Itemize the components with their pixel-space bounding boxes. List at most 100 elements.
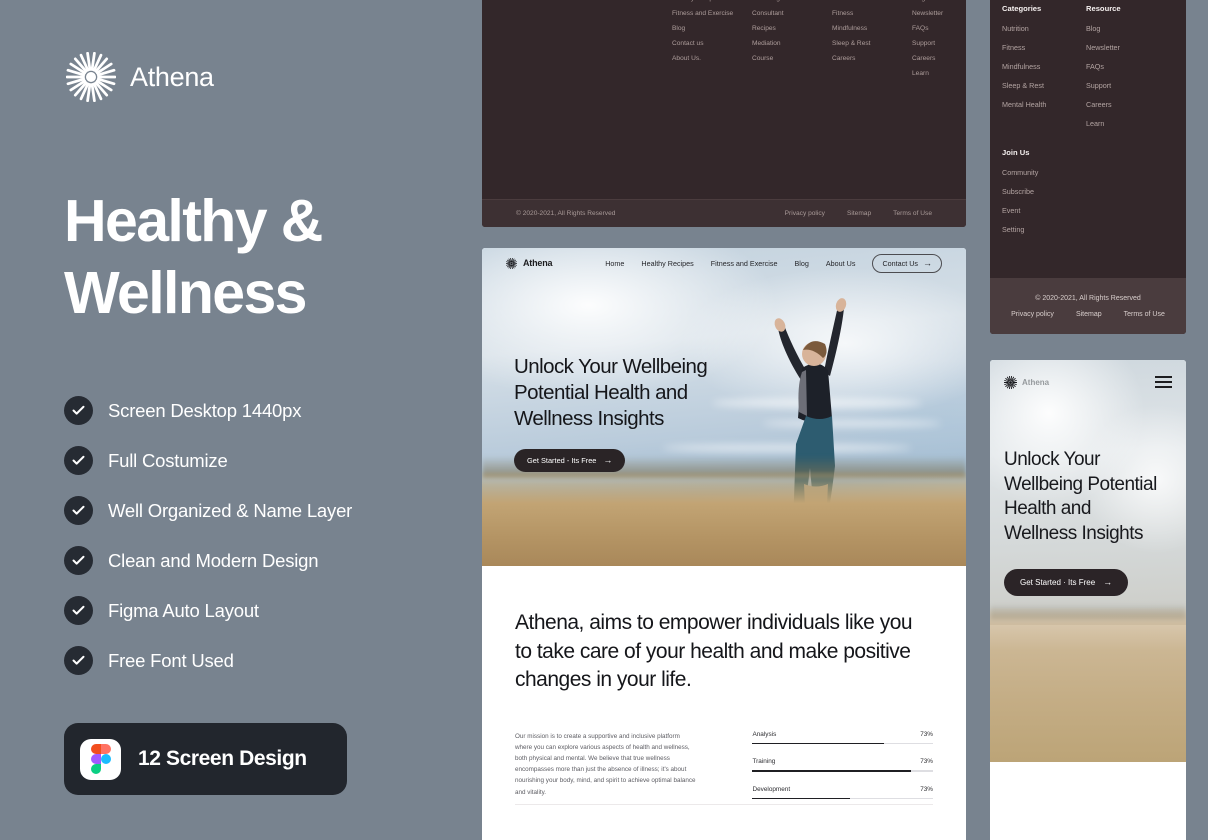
arrow-right-icon: →	[603, 455, 613, 466]
footer-link[interactable]: Sleep & Rest	[1002, 81, 1064, 90]
mobile-hero-copy: Unlock Your Wellbeing Potential Health a…	[1004, 448, 1164, 596]
copyright-text: © 2020-2021, All Rights Reserved	[516, 210, 616, 217]
check-icon	[64, 546, 93, 575]
footer-column-joinus: Join Us Community Subscribe Event Settin…	[990, 138, 1186, 234]
footer-link[interactable]: Mental Health	[1002, 100, 1064, 109]
hero-title: Unlock Your Wellbeing Potential Health a…	[514, 355, 708, 431]
footer-link[interactable]: Event	[1002, 206, 1174, 215]
copyright-text: © 2020-2021, All Rights Reserved	[1035, 294, 1141, 302]
mission-section: Athena, aims to empower individuals like…	[482, 566, 966, 813]
arrow-right-icon: →	[923, 257, 932, 268]
footer-link[interactable]: Fitness	[1002, 43, 1064, 52]
progress-track	[752, 797, 933, 800]
feature-label: Figma Auto Layout	[108, 599, 259, 621]
footer-link[interactable]: Course	[752, 55, 804, 62]
navbar-brand[interactable]: Athena	[506, 257, 553, 269]
footer-link[interactable]: Careers	[912, 55, 964, 62]
footer-link[interactable]: FAQs	[912, 25, 964, 32]
check-icon	[64, 446, 93, 475]
privacy-policy-link[interactable]: Privacy policy	[785, 210, 825, 217]
footer-link[interactable]: Healthy Recipes	[672, 0, 724, 2]
footer-column-resource: Resource Blog Newsletter FAQs Support Ca…	[1086, 4, 1148, 138]
skill-percent: 73%	[920, 730, 933, 738]
footer-link[interactable]: Coaching	[752, 0, 804, 2]
skill-label: Development	[752, 785, 791, 793]
get-started-button[interactable]: Get Started - Its Free →	[514, 449, 626, 473]
nav-link-fitness-exercise[interactable]: Fitness and Exercise	[711, 259, 778, 268]
nav-link-healthy-recipes[interactable]: Healthy Recipes	[641, 259, 693, 268]
brand-lockup: Athena	[66, 52, 214, 102]
footer-link[interactable]: Blog	[1086, 24, 1148, 33]
footer-link[interactable]: Mediation	[752, 40, 804, 47]
footer-link[interactable]: Nutrition	[832, 0, 884, 2]
terms-link[interactable]: Terms of Use	[893, 210, 932, 217]
screen-count-label: 12 Screen Design	[138, 747, 307, 770]
footer-link[interactable]: Newsletter	[1086, 43, 1148, 52]
hero-copy-block: Unlock Your Wellbeing Potential Health a…	[514, 354, 744, 473]
footer-link[interactable]: Mindfulness	[1002, 62, 1064, 71]
section-divider	[515, 804, 933, 805]
progress-track	[752, 742, 933, 745]
footer-column-categories: Categories Nutrition Fitness Mindfulness…	[832, 0, 884, 85]
check-icon	[64, 396, 93, 425]
check-icon	[64, 646, 93, 675]
privacy-policy-link[interactable]: Privacy policy	[1011, 311, 1054, 318]
footer-link[interactable]: Newsletter	[912, 10, 964, 17]
hero-section: Athena Home Healthy Recipes Fitness and …	[482, 248, 966, 566]
footer-link[interactable]: Learn	[1086, 119, 1148, 128]
mobile-navbar-brand[interactable]: Athena	[1004, 375, 1049, 389]
hamburger-icon[interactable]	[1155, 375, 1172, 389]
sunburst-icon	[1004, 375, 1017, 389]
skill-label: Analysis	[752, 730, 777, 738]
footer-detail-panel: Categories Nutrition Fitness Mindfulness…	[990, 0, 1186, 334]
skill-bars: Analysis 73% Training 73% Development 73…	[752, 731, 933, 814]
footer-mockup: adipisci velit, sed qu Address	[482, 0, 966, 227]
skill-bar-development: Development 73%	[752, 786, 933, 800]
footer-link[interactable]: Community	[1002, 168, 1174, 177]
mobile-hero-section: Athena Unlock Your Wellbeing Potential H…	[990, 360, 1186, 762]
footer-link[interactable]: Blog	[672, 25, 724, 32]
footer-link[interactable]: Support	[1086, 81, 1148, 90]
sitemap-link[interactable]: Sitemap	[847, 210, 871, 217]
terms-link[interactable]: Terms of Use	[1124, 311, 1165, 318]
page-title: Healthy & Wellness	[64, 188, 323, 326]
brand-name: Athena	[130, 61, 214, 92]
nav-link-blog[interactable]: Blog	[794, 259, 808, 268]
footer-link[interactable]: FAQs	[1086, 62, 1148, 71]
contact-us-button[interactable]: Contact Us →	[872, 253, 942, 273]
footer-link[interactable]: Fitness and Exercise	[672, 10, 733, 17]
footer-link[interactable]: Mindfulness	[832, 25, 884, 32]
footer-link[interactable]: Support	[912, 40, 964, 47]
feature-list: Screen Desktop 1440px Full Costumize Wel…	[64, 396, 352, 696]
skill-label: Training	[752, 758, 776, 766]
footer-column-categories: Categories Nutrition Fitness Mindfulness…	[1002, 4, 1064, 138]
footer-column-resource: Resource Blog Newsletter FAQs Support Ca…	[912, 0, 964, 85]
footer-link[interactable]: Setting	[1002, 225, 1174, 234]
feature-label: Screen Desktop 1440px	[108, 399, 302, 421]
footer-link[interactable]: Contact us	[672, 40, 724, 47]
footer-link[interactable]: Consultant	[752, 10, 804, 17]
footer-link[interactable]: Careers	[1086, 100, 1148, 109]
footer-column-general: General Healthy Recipes Fitness and Exer…	[672, 0, 733, 85]
mobile-get-started-button[interactable]: Get Started · Its Free →	[1004, 568, 1129, 596]
skill-percent: 73%	[920, 785, 933, 793]
nav-link-about-us[interactable]: About Us	[826, 259, 856, 268]
footer-link[interactable]: Sleep & Rest	[832, 40, 884, 47]
footer-link[interactable]: Subscribe	[1002, 187, 1174, 196]
footer-link[interactable]: Fitness	[832, 10, 884, 17]
nav-link-home[interactable]: Home	[605, 259, 624, 268]
feature-label: Full Costumize	[108, 449, 228, 471]
sitemap-link[interactable]: Sitemap	[1076, 311, 1102, 318]
footer-link[interactable]: Blog	[912, 0, 964, 2]
list-item: Full Costumize	[64, 446, 352, 475]
footer-link[interactable]: About Us.	[672, 55, 724, 62]
footer-column-service: Service Coaching Consultant Recipes Medi…	[752, 0, 804, 85]
navbar-brand-label: Athena	[523, 258, 553, 268]
skill-bar-analysis: Analysis 73%	[752, 731, 933, 745]
footer-link[interactable]: Careers	[832, 55, 884, 62]
screen-count-badge: 12 Screen Design	[64, 723, 347, 795]
footer-link[interactable]: Recipes	[752, 25, 804, 32]
footer-link[interactable]: Nutrition	[1002, 24, 1064, 33]
feature-label: Well Organized & Name Layer	[108, 499, 353, 521]
footer-link[interactable]: Learn	[912, 70, 964, 77]
